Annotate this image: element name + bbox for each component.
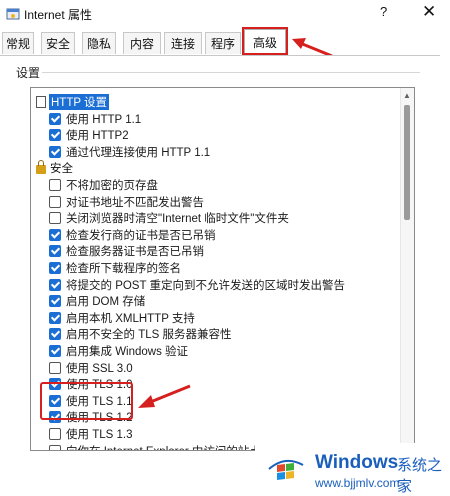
tls-annotation-box <box>40 382 133 420</box>
checkbox-checked[interactable] <box>49 145 61 158</box>
settings-option-label: 通过代理连接使用 HTTP 1.1 <box>66 146 211 159</box>
settings-option-label: 对证书地址不匹配发出警告 <box>66 196 204 209</box>
settings-option[interactable]: 检查发行商的证书是否已吊销 <box>49 227 216 243</box>
settings-option[interactable]: 对证书地址不匹配发出警告 <box>49 194 204 210</box>
settings-option-label: 不将加密的页存盘 <box>66 180 158 192</box>
internet-options-icon <box>6 8 20 20</box>
settings-option-label: 启用本机 XMLHTTP 支持 <box>66 312 195 325</box>
settings-option-label: 检查所下载程序的签名 <box>66 263 181 275</box>
checkbox-checked[interactable] <box>49 228 61 241</box>
checkbox-checked[interactable] <box>49 345 61 357</box>
settings-option[interactable]: 将提交的 POST 重定向到不允许发送的区域时发出警告 <box>49 277 345 293</box>
settings-category: 安全 <box>36 160 73 176</box>
watermark-url: www.bjjmlv.com <box>315 476 400 490</box>
checkbox-unchecked[interactable] <box>49 361 61 374</box>
settings-option-label: 使用 SSL 3.0 <box>66 362 133 375</box>
settings-option-label: 向你在 Internet Explorer 中访问的站点发送 <box>66 443 284 450</box>
checkbox-checked[interactable] <box>49 112 61 125</box>
settings-option-label: 启用不安全的 TLS 服务器兼容性 <box>66 329 232 342</box>
windows-logo-icon <box>268 459 304 480</box>
checkbox-checked[interactable] <box>49 311 61 324</box>
watermark-cn: 系统之家 <box>397 457 443 495</box>
settings-option[interactable]: 向你在 Internet Explorer 中访问的站点发送 <box>49 443 284 450</box>
settings-option-label: 检查服务器证书是否已吊销 <box>66 246 204 259</box>
tab-programs[interactable]: 程序 <box>205 32 241 54</box>
settings-option-label: 启用集成 Windows 验证 <box>66 346 189 358</box>
tab-strip: 常规 安全 隐私 内容 连接 程序 高级 <box>0 29 450 56</box>
settings-option[interactable]: 启用本机 XMLHTTP 支持 <box>49 310 195 326</box>
settings-category-label: 安全 <box>50 163 73 176</box>
checkbox-unchecked[interactable] <box>49 195 61 208</box>
settings-option-label: 使用 TLS 1.3 <box>66 429 133 441</box>
settings-option[interactable]: 使用 HTTP 1.1 <box>49 111 141 127</box>
tls-annotation-arrow <box>138 384 191 408</box>
settings-scrollbar[interactable]: ▲ <box>400 88 414 450</box>
tab-general[interactable]: 常规 <box>2 32 34 54</box>
settings-option[interactable]: 使用 SSL 3.0 <box>49 360 133 376</box>
settings-option[interactable]: 通过代理连接使用 HTTP 1.1 <box>49 144 210 160</box>
checkbox-checked[interactable] <box>49 245 61 258</box>
help-button[interactable]: ? <box>380 4 387 19</box>
settings-option[interactable]: 关闭浏览器时清空"Internet 临时文件"文件夹 <box>49 210 289 226</box>
tab-content[interactable]: 内容 <box>123 32 161 54</box>
title-bar: Internet 属性 ? ✕ <box>0 0 450 28</box>
settings-option[interactable]: 启用集成 Windows 验证 <box>49 343 188 359</box>
watermark-brand: Windows <box>315 452 399 473</box>
settings-option-label: 关闭浏览器时清空"Internet 临时文件"文件夹 <box>66 213 289 226</box>
settings-group-label: 设置 <box>16 66 41 80</box>
close-button[interactable]: ✕ <box>422 2 436 22</box>
settings-option[interactable]: 检查所下载程序的签名 <box>49 260 181 276</box>
settings-option[interactable]: 检查服务器证书是否已吊销 <box>49 243 204 259</box>
settings-option[interactable]: 启用不安全的 TLS 服务器兼容性 <box>49 326 231 342</box>
settings-option-label: 使用 HTTP 1.1 <box>66 113 142 126</box>
scroll-thumb[interactable] <box>404 105 410 220</box>
checkbox-checked[interactable] <box>49 295 61 308</box>
lock-icon <box>36 160 46 175</box>
tab-security[interactable]: 安全 <box>41 32 75 54</box>
checkbox-checked[interactable] <box>49 278 61 291</box>
document-icon <box>36 96 46 108</box>
settings-option[interactable]: 使用 HTTP2 <box>49 127 129 143</box>
settings-option-label: 将提交的 POST 重定向到不允许发送的区域时发出警告 <box>66 279 345 292</box>
checkbox-checked[interactable] <box>49 328 61 341</box>
settings-option-label: 使用 HTTP2 <box>66 130 129 143</box>
checkbox-unchecked[interactable] <box>49 444 61 450</box>
watermark: Windows 系统之家 www.bjjmlv.com <box>255 443 450 495</box>
settings-group-divider <box>42 72 420 73</box>
settings-option[interactable]: 不将加密的页存盘 <box>49 177 158 193</box>
checkbox-unchecked[interactable] <box>49 428 61 440</box>
settings-category: HTTP 设置 <box>36 94 110 110</box>
checkbox-checked[interactable] <box>49 262 61 274</box>
settings-option[interactable]: 使用 TLS 1.3 <box>49 426 132 442</box>
settings-option[interactable]: 启用 DOM 存储 <box>49 293 145 309</box>
checkbox-checked[interactable] <box>49 129 61 142</box>
tab-privacy[interactable]: 隐私 <box>82 32 116 54</box>
tab-annotation-box <box>242 27 288 55</box>
checkbox-unchecked[interactable] <box>49 212 61 225</box>
scroll-up-icon[interactable]: ▲ <box>403 91 411 100</box>
settings-category-label: HTTP 设置 <box>49 94 110 110</box>
settings-option-label: 检查发行商的证书是否已吊销 <box>66 229 216 242</box>
tab-connections[interactable]: 连接 <box>164 32 202 54</box>
window-title: Internet 属性 <box>24 8 93 22</box>
checkbox-unchecked[interactable] <box>49 179 61 191</box>
settings-option-label: 启用 DOM 存储 <box>66 296 146 309</box>
